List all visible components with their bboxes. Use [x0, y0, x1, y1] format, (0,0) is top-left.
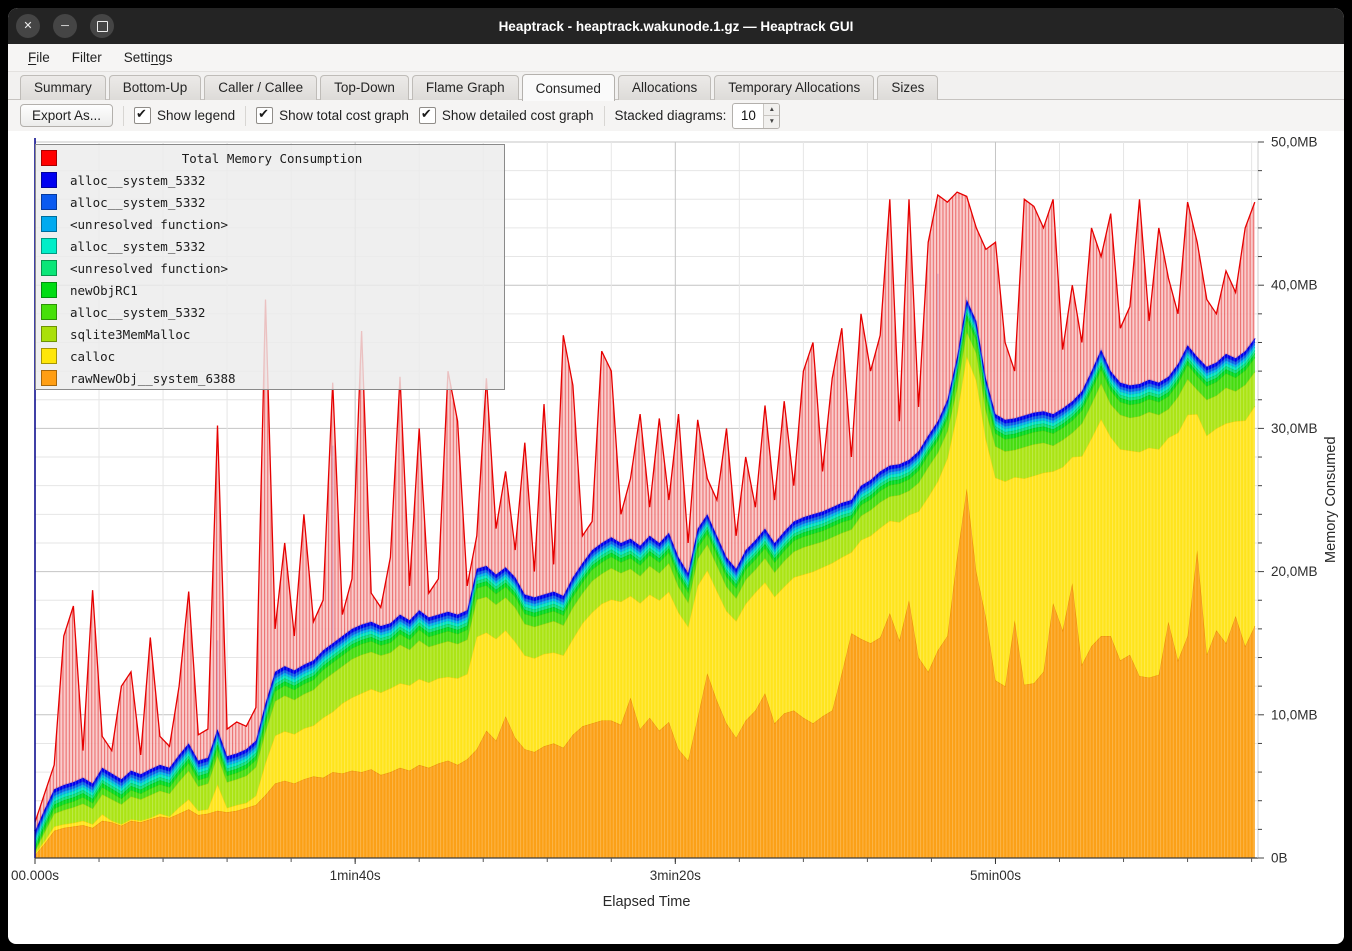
legend-row: alloc__system_5332 — [36, 301, 504, 323]
chart-legend: Total Memory Consumption alloc__system_5… — [35, 144, 505, 390]
menu-file[interactable]: File — [18, 47, 60, 68]
legend-row: alloc__system_5332 — [36, 191, 504, 213]
stacked-diagrams-value[interactable]: 10 — [733, 104, 763, 128]
svg-text:1min40s: 1min40s — [330, 868, 381, 883]
checkbox-show-legend-label[interactable]: Show legend — [157, 108, 235, 123]
svg-text:10,0MB: 10,0MB — [1271, 707, 1318, 722]
legend-label: <unresolved function> — [70, 217, 228, 232]
legend-label-total: Total Memory Consumption — [70, 151, 474, 166]
legend-swatch-total — [41, 150, 57, 166]
svg-text:3min20s: 3min20s — [650, 868, 701, 883]
legend-swatch — [41, 282, 57, 298]
legend-swatch — [41, 194, 57, 210]
toolbar: Export As... Show legend Show total cost… — [8, 100, 1344, 131]
legend-swatch — [41, 238, 57, 254]
legend-label: alloc__system_5332 — [70, 173, 205, 188]
title-bar: ✕ ─ Heaptrack - heaptrack.wakunode.1.gz … — [8, 8, 1344, 44]
legend-row: alloc__system_5332 — [36, 235, 504, 257]
menu-settings[interactable]: Settings — [114, 47, 183, 68]
legend-label: sqlite3MemMalloc — [70, 327, 190, 342]
legend-row: sqlite3MemMalloc — [36, 323, 504, 345]
legend-row-total: Total Memory Consumption — [36, 147, 504, 169]
svg-text:30,0MB: 30,0MB — [1271, 421, 1318, 436]
legend-label: alloc__system_5332 — [70, 305, 205, 320]
svg-text:0B: 0B — [1271, 851, 1288, 866]
stacked-diagrams-stepper[interactable]: 10 ▲ ▼ — [732, 103, 780, 129]
legend-swatch — [41, 370, 57, 386]
svg-text:00.000s: 00.000s — [11, 868, 59, 883]
legend-row: <unresolved function> — [36, 257, 504, 279]
legend-label: calloc — [70, 349, 115, 364]
toolbar-separator — [604, 106, 605, 126]
memory-consumption-chart: 00.000s 1min40s 3min20s 5min00s 0B 10,0MB 20,0… — [8, 131, 1344, 937]
checkbox-show-total-cost-graph[interactable] — [256, 107, 273, 124]
tab-consumed[interactable]: Consumed — [522, 74, 615, 101]
legend-swatch — [41, 216, 57, 232]
y-axis-title: Memory Consumed — [1320, 250, 1342, 750]
legend-label: alloc__system_5332 — [70, 239, 205, 254]
stepper-up-icon[interactable]: ▲ — [764, 104, 779, 117]
checkbox-show-total-cost-graph-label[interactable]: Show total cost graph — [279, 108, 409, 123]
stepper-arrows[interactable]: ▲ ▼ — [763, 104, 779, 128]
tab-summary[interactable]: Summary — [20, 75, 106, 100]
checkbox-show-detailed-cost-graph[interactable] — [419, 107, 436, 124]
tab-temporary-allocations[interactable]: Temporary Allocations — [714, 75, 874, 100]
legend-label: alloc__system_5332 — [70, 195, 205, 210]
tab-allocations[interactable]: Allocations — [618, 75, 711, 100]
legend-swatch — [41, 172, 57, 188]
legend-row: rawNewObj__system_6388 — [36, 367, 504, 389]
legend-label: rawNewObj__system_6388 — [70, 371, 236, 386]
legend-row: calloc — [36, 345, 504, 367]
stepper-down-icon[interactable]: ▼ — [764, 116, 779, 128]
checkbox-show-detailed-cost-graph-label[interactable]: Show detailed cost graph — [442, 108, 594, 123]
tab-sizes[interactable]: Sizes — [877, 75, 938, 100]
legend-label: newObjRC1 — [70, 283, 138, 298]
legend-swatch — [41, 348, 57, 364]
legend-swatch — [41, 304, 57, 320]
tab-flame-graph[interactable]: Flame Graph — [412, 75, 519, 100]
toolbar-separator — [245, 106, 246, 126]
legend-row: alloc__system_5332 — [36, 169, 504, 191]
svg-text:20,0MB: 20,0MB — [1271, 564, 1318, 579]
tab-bar: Summary Bottom-Up Caller / Callee Top-Do… — [8, 72, 1344, 100]
legend-swatch — [41, 260, 57, 276]
tab-top-down[interactable]: Top-Down — [320, 75, 409, 100]
tab-caller-callee[interactable]: Caller / Callee — [204, 75, 317, 100]
stacked-diagrams-label: Stacked diagrams: — [615, 108, 727, 123]
tab-bottom-up[interactable]: Bottom-Up — [109, 75, 202, 100]
svg-text:40,0MB: 40,0MB — [1271, 278, 1318, 293]
window-title: Heaptrack - heaptrack.wakunode.1.gz — He… — [8, 19, 1344, 34]
x-axis-title: Elapsed Time — [35, 894, 1258, 910]
menu-filter[interactable]: Filter — [62, 47, 112, 68]
legend-swatch — [41, 326, 57, 342]
menu-bar: File Filter Settings — [8, 44, 1344, 72]
legend-label: <unresolved function> — [70, 261, 228, 276]
svg-text:50,0MB: 50,0MB — [1271, 135, 1318, 150]
toolbar-separator — [123, 106, 124, 126]
legend-row: newObjRC1 — [36, 279, 504, 301]
export-as-button[interactable]: Export As... — [20, 104, 113, 127]
checkbox-show-legend[interactable] — [134, 107, 151, 124]
svg-text:5min00s: 5min00s — [970, 868, 1021, 883]
heaptrack-window: ✕ ─ Heaptrack - heaptrack.wakunode.1.gz … — [8, 8, 1344, 944]
legend-row: <unresolved function> — [36, 213, 504, 235]
